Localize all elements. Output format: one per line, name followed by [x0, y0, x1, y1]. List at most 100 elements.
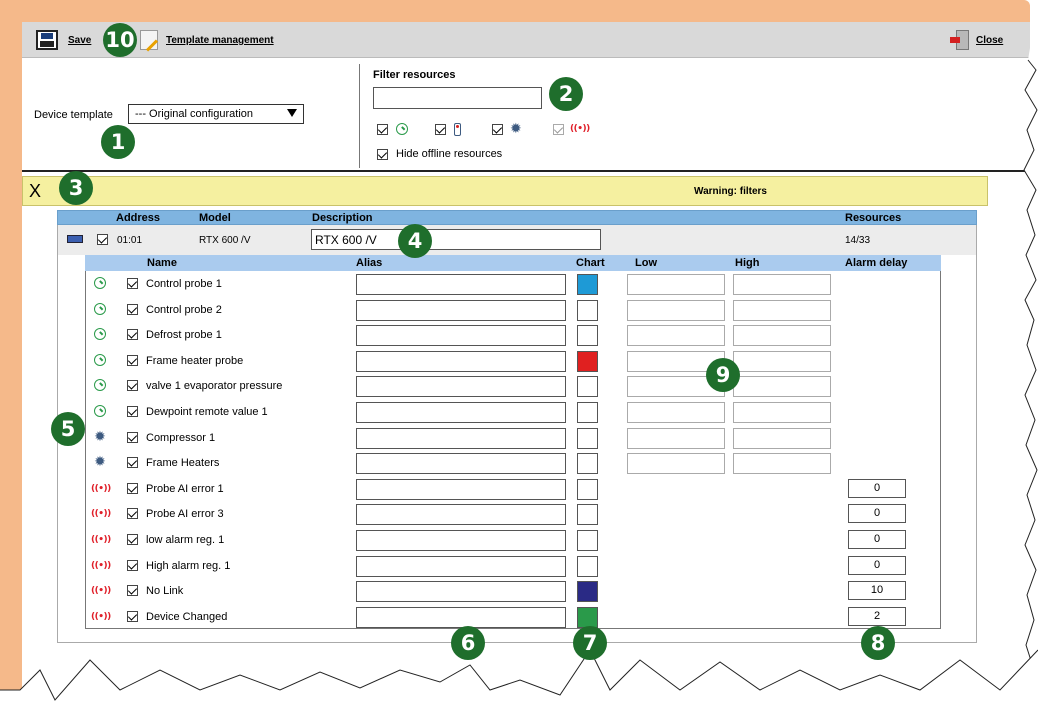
filter-command-toggle[interactable]: ✹	[492, 122, 522, 136]
chart-color-picker[interactable]	[577, 325, 598, 347]
filter-analog-toggle[interactable]	[377, 122, 408, 136]
resource-name: Frame heater probe	[146, 354, 244, 367]
hide-offline-checkbox[interactable]	[377, 148, 388, 160]
resource-checkbox[interactable]	[127, 406, 138, 417]
alarm-delay-input[interactable]: 2	[848, 606, 906, 626]
device-description-input[interactable]	[311, 229, 601, 250]
filter-digital-checkbox[interactable]	[435, 123, 446, 135]
template-management-action[interactable]: Template management	[140, 22, 274, 58]
resource-checkbox[interactable]	[127, 303, 138, 315]
close-action[interactable]: Close	[950, 22, 1003, 58]
resource-table-header: Name Alias Chart Low High Alarm delay	[85, 255, 941, 271]
low-threshold-input[interactable]	[627, 402, 725, 423]
alias-input[interactable]	[356, 581, 566, 603]
alias-input[interactable]	[356, 402, 566, 423]
callout-badge: 3	[59, 171, 93, 205]
high-threshold-input[interactable]	[733, 453, 831, 475]
high-threshold-input[interactable]	[733, 325, 831, 347]
alias-input[interactable]	[356, 606, 566, 628]
alias-input[interactable]	[356, 350, 566, 372]
resource-checkbox[interactable]	[127, 482, 138, 494]
alias-input[interactable]	[356, 478, 566, 500]
filter-resources-title: Filter resources	[373, 69, 456, 81]
resource-name: Defrost probe 1	[146, 329, 222, 342]
chart-color-picker[interactable]	[577, 581, 598, 603]
high-threshold-input[interactable]	[733, 350, 831, 372]
alias-input[interactable]	[356, 504, 566, 526]
alarm-delay-input[interactable]: 0	[848, 555, 906, 575]
alias-input[interactable]	[356, 555, 566, 577]
alias-input[interactable]	[356, 274, 566, 295]
filter-command-checkbox[interactable]	[492, 123, 503, 135]
template-management-button[interactable]: Template management	[166, 35, 274, 46]
filter-alarm-toggle[interactable]: ((•))	[553, 122, 590, 136]
alarm-delay-input[interactable]: 0	[848, 504, 906, 524]
alarm-delay-input[interactable]: 10	[848, 581, 906, 601]
resource-checkbox[interactable]	[127, 380, 138, 392]
high-threshold-input[interactable]	[733, 299, 831, 321]
dropdown-caret-icon	[287, 109, 297, 117]
alias-input[interactable]	[356, 325, 566, 347]
alarm-delay-input[interactable]: 0	[848, 530, 906, 549]
chart-color-picker[interactable]	[577, 299, 598, 321]
high-threshold-input[interactable]	[733, 274, 831, 295]
device-template-select[interactable]: --- Original configuration	[128, 104, 304, 124]
save-action[interactable]: Save	[36, 22, 91, 58]
template-edit-icon[interactable]	[140, 30, 158, 50]
alias-input[interactable]	[356, 376, 566, 398]
save-button[interactable]: Save	[68, 35, 91, 46]
save-icon[interactable]	[36, 30, 58, 50]
chart-color-picker[interactable]	[577, 350, 598, 372]
chart-color-picker[interactable]	[577, 478, 598, 500]
col-high: High	[735, 257, 760, 269]
gear-icon: ✹	[510, 121, 522, 137]
resource-checkbox[interactable]	[127, 559, 138, 571]
resource-row: ((•)) No Link 10	[85, 579, 941, 604]
filter-analog-checkbox[interactable]	[377, 123, 388, 135]
high-threshold-input[interactable]	[733, 402, 831, 423]
resource-name: low alarm reg. 1	[146, 534, 225, 546]
resource-name: Probe AI error 1	[146, 482, 224, 495]
filter-alarm-checkbox[interactable]	[553, 123, 564, 135]
resource-name: Probe AI error 3	[146, 508, 224, 521]
resource-checkbox[interactable]	[127, 329, 138, 341]
chart-color-picker[interactable]	[577, 274, 598, 295]
alarm-icon: ((•))	[91, 586, 111, 597]
resource-checkbox[interactable]	[127, 354, 138, 366]
resource-checkbox[interactable]	[127, 508, 138, 520]
resource-checkbox[interactable]	[127, 457, 138, 469]
alias-input[interactable]	[356, 530, 566, 551]
device-checkbox[interactable]	[97, 234, 108, 245]
close-button[interactable]: Close	[976, 35, 1003, 46]
resource-name: Compressor 1	[146, 431, 216, 444]
low-threshold-input[interactable]	[627, 325, 725, 347]
alias-input[interactable]	[356, 427, 566, 449]
device-resources-count: 14/33	[845, 235, 871, 246]
resource-checkbox[interactable]	[127, 585, 138, 597]
filter-digital-toggle[interactable]	[435, 122, 461, 136]
filter-resources-input[interactable]	[373, 87, 542, 109]
chart-color-picker[interactable]	[577, 376, 598, 398]
alias-input[interactable]	[356, 299, 566, 321]
resource-checkbox[interactable]	[127, 431, 138, 443]
high-threshold-input[interactable]	[733, 376, 831, 398]
low-threshold-input[interactable]	[627, 427, 725, 449]
low-threshold-input[interactable]	[627, 274, 725, 295]
chart-color-picker[interactable]	[577, 453, 598, 475]
hide-offline-toggle[interactable]: Hide offline resources	[377, 148, 502, 160]
chart-color-picker[interactable]	[577, 427, 598, 449]
resource-checkbox[interactable]	[127, 610, 138, 622]
exit-door-icon[interactable]	[950, 30, 970, 50]
low-threshold-input[interactable]	[627, 453, 725, 475]
resource-checkbox[interactable]	[127, 278, 138, 289]
chart-color-picker[interactable]	[577, 504, 598, 526]
chart-color-picker[interactable]	[577, 606, 598, 628]
high-threshold-input[interactable]	[733, 427, 831, 449]
alias-input[interactable]	[356, 453, 566, 475]
resource-checkbox[interactable]	[127, 534, 138, 545]
chart-color-picker[interactable]	[577, 530, 598, 551]
chart-color-picker[interactable]	[577, 402, 598, 423]
chart-color-picker[interactable]	[577, 555, 598, 577]
alarm-delay-input[interactable]: 0	[848, 478, 906, 498]
low-threshold-input[interactable]	[627, 299, 725, 321]
